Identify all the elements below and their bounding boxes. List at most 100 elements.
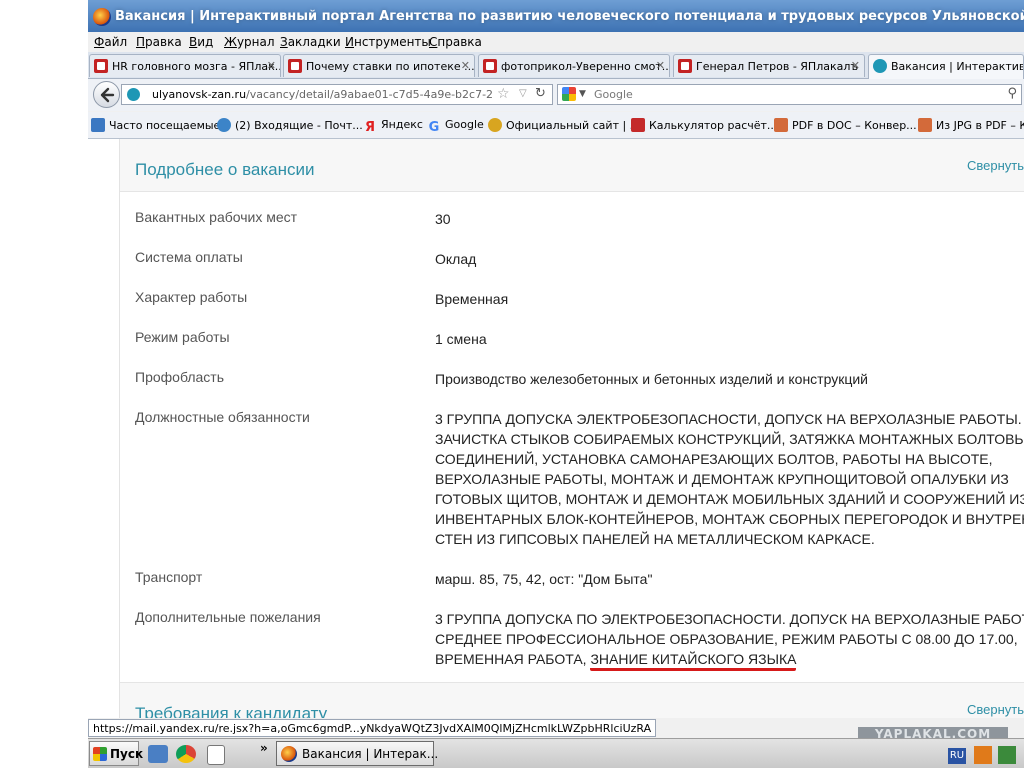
bookmark-label: PDF в DOC – Конвер...	[792, 119, 917, 132]
taskbar-window-button[interactable]: Вакансия | Интерак...	[276, 741, 438, 766]
chevron-right-icon[interactable]: »	[260, 741, 268, 755]
address-bar[interactable]: ulyanovsk-zan.ru/vacancy/detail/a9abae01…	[121, 84, 553, 105]
bookmarks-toolbar: Часто посещаемые (2) Входящие - Почт... …	[88, 112, 1024, 139]
menu-help[interactable]: Справка	[429, 35, 482, 49]
language-indicator[interactable]: RU	[948, 748, 966, 764]
bookmark-frequent[interactable]: Часто посещаемые	[91, 118, 220, 132]
bookmark-official[interactable]: Официальный сайт | ...	[488, 118, 640, 132]
taskbar-window-label: Вакансия | Интерак...	[302, 747, 439, 761]
collapse-link[interactable]: Свернуть	[967, 158, 1024, 173]
detail-value: 3 ГРУППА ДОПУСКА ПО ЭЛЕКТРОБЕЗОПАСНОСТИ.…	[435, 609, 1024, 671]
detail-label: Профобласть	[135, 369, 224, 385]
bookmark-label: Часто посещаемые	[109, 119, 221, 132]
detail-value: марш. 85, 75, 42, ост: "Дом Быта"	[435, 569, 1024, 589]
close-icon[interactable]: ✕	[656, 59, 665, 72]
tray-app-icon[interactable]	[974, 746, 992, 764]
menu-edit[interactable]: Правка	[136, 35, 182, 49]
bookmark-jpg-pdf[interactable]: Из JPG в PDF – К	[918, 118, 1024, 132]
detail-label: Вакантных рабочих мест	[135, 209, 298, 225]
detail-label: Транспорт	[135, 569, 203, 585]
value-line: 3 ГРУППА ДОПУСКА ПО ЭЛЕКТРОБЕЗОПАСНОСТИ.…	[435, 611, 1024, 627]
windows-flag-icon	[93, 747, 107, 761]
tab-general[interactable]: Генерал Петров - ЯПлакалъ ✕	[673, 54, 865, 77]
browser-window: Вакансия | Интерактивный портал Агентств…	[88, 0, 1024, 768]
cometbird-icon	[281, 746, 297, 762]
tab-fotoprikol[interactable]: фотоприкол-Уверенно смот... ✕	[478, 54, 670, 77]
history-dropdown-icon[interactable]: ▽	[519, 88, 527, 99]
cometbird-icon	[93, 8, 111, 26]
url-host: ulyanovsk-zan.ru	[152, 88, 247, 101]
value-text: ВРЕМЕННАЯ РАБОТА,	[435, 651, 591, 667]
menu-bookmarks[interactable]: Закладки	[280, 35, 341, 49]
section-title: Требования к кандидату	[135, 704, 328, 718]
section-header-details: Подробнее о вакансии Свернуть	[120, 139, 1024, 192]
google-search-engine-icon[interactable]	[562, 87, 576, 101]
close-icon[interactable]: ✕	[267, 59, 276, 72]
bookmark-label: Калькулятор расчёт...	[649, 119, 778, 132]
zan-favicon-icon	[873, 59, 887, 73]
bookmark-label: Из JPG в PDF – К	[936, 119, 1024, 132]
yaplakal-favicon-icon	[678, 59, 692, 73]
bookmark-star-icon[interactable]: ☆	[497, 86, 510, 102]
start-button[interactable]: Пуск	[89, 741, 143, 766]
url-path: /vacancy/detail/a9abae01-c7d5-4a9e-b2c7-…	[246, 88, 492, 101]
reload-icon[interactable]: ↻	[535, 86, 546, 101]
tab-label: HR головного мозга - ЯПлак...	[112, 60, 281, 73]
section-header-requirements: Требования к кандидату Свернуть	[120, 682, 1024, 718]
document-icon[interactable]	[207, 745, 225, 765]
search-icon[interactable]: ⚲	[1007, 86, 1017, 101]
navigation-bar: ulyanovsk-zan.ru/vacancy/detail/a9abae01…	[88, 79, 1024, 111]
value-line: 1 смена	[435, 331, 487, 347]
close-icon[interactable]: ✕	[851, 59, 860, 72]
detail-value: 30	[435, 209, 1024, 229]
mail-icon	[217, 118, 231, 132]
detail-value: Временная	[435, 289, 1024, 309]
collapse-link[interactable]: Свернуть	[967, 702, 1024, 717]
chevron-down-icon[interactable]: ▼	[579, 89, 586, 99]
site-identity-icon[interactable]	[127, 88, 140, 101]
value-line: ИНВЕНТАРНЫХ БЛОК-КОНТЕЙНЕРОВ, МОНТАЖ СБО…	[435, 511, 1024, 527]
close-icon[interactable]: ✕	[461, 59, 470, 72]
detail-value: 1 смена	[435, 329, 1024, 349]
detail-label: Дополнительные пожелания	[135, 609, 321, 625]
tab-hr[interactable]: HR головного мозга - ЯПлак... ✕	[89, 54, 281, 77]
menu-bar: Файл Правка Вид Журнал Закладки Инструме…	[88, 32, 1024, 52]
menu-view[interactable]: Вид	[189, 35, 213, 49]
menu-history[interactable]: Журнал	[224, 35, 275, 49]
value-line: СОЕДИНЕНИЙ, УСТАНОВКА САМОНАРЕЗАЮЩИХ БОЛ…	[435, 451, 993, 467]
highlighted-requirement: ЗНАНИЕ КИТАЙСКОГО ЯЗЫКА	[590, 651, 797, 671]
tab-label: Почему ставки по ипотеке ...	[306, 60, 475, 73]
chrome-icon[interactable]	[176, 745, 196, 763]
bookmark-label: Google	[445, 118, 484, 131]
frequent-icon	[91, 118, 105, 132]
value-line: 30	[435, 211, 451, 227]
value-line: Временная	[435, 291, 509, 307]
calculator-icon	[631, 118, 645, 132]
value-line: ЗАЧИСТКА СТЫКОВ СОБИРАЕМЫХ КОНСТРУКЦИЙ, …	[435, 431, 1024, 447]
bookmark-yandex[interactable]: Я Яндекс	[363, 118, 423, 135]
back-button[interactable]	[93, 81, 120, 108]
yaplakal-favicon-icon	[288, 59, 302, 73]
tab-ipoteka[interactable]: Почему ставки по ипотеке ... ✕	[283, 54, 475, 77]
value-line: марш. 85, 75, 42, ост: "Дом Быта"	[435, 571, 653, 587]
search-bar[interactable]: ▼ Google ⚲	[557, 84, 1022, 105]
tab-vacancy[interactable]: Вакансия | Интерактивный	[868, 54, 1024, 79]
url-text[interactable]: ulyanovsk-zan.ru/vacancy/detail/a9abae01…	[152, 88, 492, 101]
title-bar: Вакансия | Интерактивный портал Агентств…	[88, 0, 1024, 34]
tab-label: Вакансия | Интерактивный	[891, 60, 1023, 73]
tray-network-icon[interactable]	[998, 746, 1016, 764]
detail-value: 3 ГРУППА ДОПУСКА ЭЛЕКТРОБЕЗОПАСНОСТИ, ДО…	[435, 409, 1024, 549]
bookmark-label: (2) Входящие - Почт...	[235, 119, 363, 132]
bookmark-mail[interactable]: (2) Входящие - Почт...	[217, 118, 363, 132]
bookmark-google[interactable]: G Google	[427, 118, 484, 135]
show-desktop-icon[interactable]	[148, 745, 168, 763]
menu-tools[interactable]: Инструменты	[345, 35, 431, 49]
google-icon: G	[428, 120, 440, 135]
bookmark-calculator[interactable]: Калькулятор расчёт...	[631, 118, 777, 132]
bookmark-pdf-doc[interactable]: PDF в DOC – Конвер...	[774, 118, 917, 132]
menu-file[interactable]: Файл	[94, 35, 127, 49]
value-line: 3 ГРУППА ДОПУСКА ЭЛЕКТРОБЕЗОПАСНОСТИ, ДО…	[435, 411, 1022, 427]
detail-label: Должностные обязанности	[135, 409, 310, 425]
taskbar: Пуск » Вакансия | Интерак... RU	[88, 738, 1024, 768]
value-line: ВРЕМЕННАЯ РАБОТА, ЗНАНИЕ КИТАЙСКОГО ЯЗЫК…	[435, 649, 1024, 671]
